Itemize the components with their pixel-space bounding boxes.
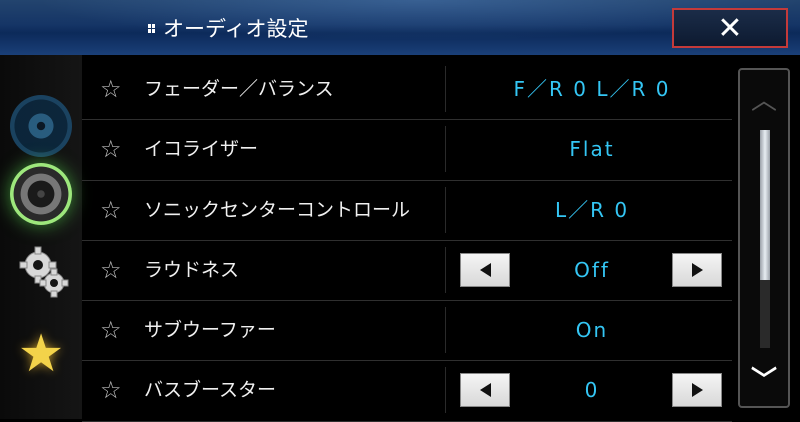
setting-row-subwoofer[interactable]: ☆ サブウーファー On <box>82 301 732 362</box>
scroll-thumb[interactable] <box>760 130 770 280</box>
setting-value: Flat <box>569 137 615 162</box>
setting-row-bass-booster: ☆ バスブースター 0 <box>82 361 732 422</box>
disc-icon[interactable] <box>10 95 72 157</box>
chevron-up-icon: ︿ <box>750 85 777 116</box>
star-icon[interactable]: ☆ <box>100 195 122 225</box>
setting-value: On <box>575 318 609 343</box>
arrow-right-icon <box>691 262 703 277</box>
setting-label: イコライザー <box>144 138 259 161</box>
divider <box>445 367 446 414</box>
page-title-text: オーディオ設定 <box>163 17 309 41</box>
loudness-increase-button[interactable] <box>672 252 722 287</box>
chevron-down-icon: ﹀ <box>750 365 777 396</box>
setting-label: ラウドネス <box>144 258 240 281</box>
setting-row-equalizer[interactable]: ☆ イコライザー Flat <box>82 120 732 181</box>
star-icon[interactable]: ☆ <box>100 375 122 405</box>
scroll-down-button[interactable]: ﹀ <box>740 350 788 406</box>
star-icon[interactable]: ☆ <box>100 255 122 285</box>
arrow-right-icon <box>691 383 703 398</box>
star-icon[interactable]: ☆ <box>100 315 122 345</box>
setting-label: サブウーファー <box>144 319 276 342</box>
close-button[interactable]: ✕ <box>672 8 788 48</box>
gear-icon[interactable] <box>16 245 70 299</box>
divider <box>445 307 446 354</box>
setting-value: L／R 0 <box>554 197 630 222</box>
header-bar: オーディオ設定 ✕ <box>0 0 800 55</box>
page-title: オーディオ設定 <box>148 14 309 42</box>
divider <box>445 66 446 112</box>
star-icon[interactable]: ★ <box>14 327 68 381</box>
divider <box>445 186 446 233</box>
divider <box>445 126 446 173</box>
scroll-up-button[interactable]: ︿ <box>740 70 788 126</box>
speaker-icon[interactable] <box>10 163 72 225</box>
setting-label: バスブースター <box>144 379 277 402</box>
bass-booster-increase-button[interactable] <box>672 373 722 408</box>
scrollbar[interactable]: ︿ ﹀ <box>738 68 790 408</box>
setting-row-loudness: ☆ ラウドネス Off <box>82 241 732 302</box>
grid-icon <box>148 23 155 33</box>
setting-label: ソニックセンターコントロール <box>144 198 411 221</box>
setting-value: F／R 0 L／R 0 <box>513 77 671 101</box>
setting-label: フェーダー／バランス <box>144 78 334 100</box>
sidebar: ★ <box>0 55 82 419</box>
setting-row-fader-balance[interactable]: ☆ フェーダー／バランス F／R 0 L／R 0 <box>82 60 732 121</box>
star-icon[interactable]: ☆ <box>100 74 122 104</box>
scroll-track[interactable] <box>760 130 770 348</box>
close-icon: ✕ <box>717 10 743 46</box>
star-icon[interactable]: ☆ <box>100 134 122 164</box>
setting-row-sonic-center[interactable]: ☆ ソニックセンターコントロール L／R 0 <box>82 181 732 241</box>
divider <box>445 246 446 293</box>
settings-list: ☆ フェーダー／バランス F／R 0 L／R 0 ☆ イコライザー Flat ☆… <box>82 60 732 422</box>
